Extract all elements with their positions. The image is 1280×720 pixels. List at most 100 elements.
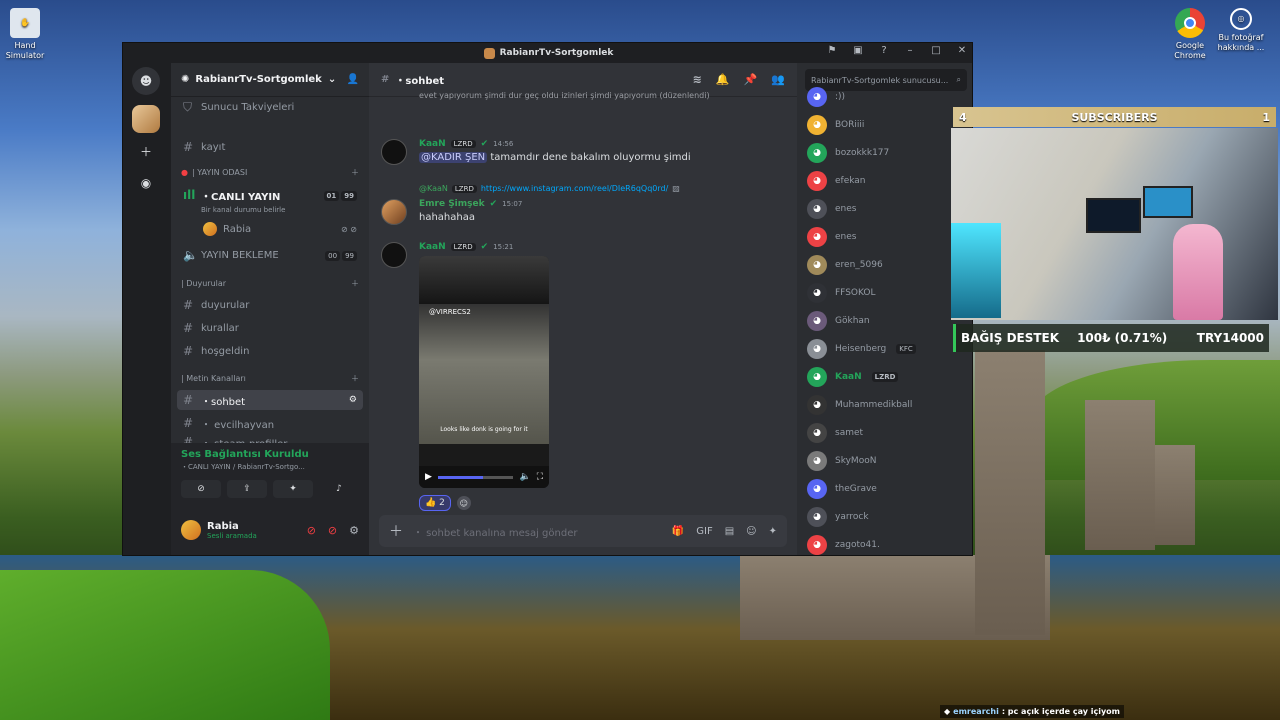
server-boosts[interactable]: ⛉ Sunucu Takviyeleri <box>177 97 363 117</box>
headphones-muted-icon[interactable]: ⊘ <box>328 524 337 537</box>
channel-settings-icon[interactable]: ⚙ <box>349 395 357 405</box>
help-icon[interactable]: ? <box>876 45 892 56</box>
add-server-icon[interactable]: ＋ <box>132 137 160 165</box>
member-item[interactable]: ◕ theGrave <box>807 477 967 501</box>
gif-icon[interactable]: GIF <box>696 526 712 537</box>
avatar: ◕ <box>807 395 827 415</box>
category-yayin-odasi[interactable]: ● | YAYIN ODASI ＋ <box>181 167 359 178</box>
reply-link[interactable]: https://www.instagram.com/reel/DIeR6qQq0… <box>481 184 668 193</box>
channel-label: ・sohbet <box>201 396 246 408</box>
inbox-icon[interactable]: ⚑ <box>824 45 840 56</box>
add-channel-icon[interactable]: ＋ <box>351 167 359 178</box>
message-author[interactable]: KaaN <box>419 242 446 252</box>
emoji-icon[interactable]: ☺ <box>746 526 756 537</box>
category-metin-kanallari[interactable]: | Metin Kanalları ＋ <box>181 373 359 384</box>
member-item[interactable]: ◕ KaaN LZRD <box>807 365 967 389</box>
member-item[interactable]: ◕ yarrock <box>807 505 967 529</box>
voice-channel-canli-yayin[interactable]: ıll ・CANLI YAYIN 01 99 <box>177 185 363 205</box>
member-item[interactable]: ◕ samet <box>807 421 967 445</box>
gift-icon[interactable]: 🎁 <box>672 526 684 537</box>
apps-icon[interactable]: ✦ <box>769 526 777 537</box>
add-channel-icon[interactable]: ＋ <box>351 373 359 384</box>
message-author[interactable]: KaaN <box>419 139 446 149</box>
member-item[interactable]: ◕ SkyMooN <box>807 449 967 473</box>
activities-button[interactable]: ✦ <box>273 480 313 498</box>
member-item[interactable]: ◕ Muhammedikball <box>807 393 967 417</box>
member-item[interactable]: ◕ zagoto41. <box>807 533 967 555</box>
member-item[interactable]: ◕ efekan <box>807 169 967 193</box>
pin-icon[interactable]: 📌 <box>744 73 758 86</box>
screen-share-button[interactable]: ⇪ <box>227 480 267 498</box>
explore-icon[interactable]: ◉ <box>132 169 160 197</box>
message-composer[interactable]: ＋ ・ sohbet kanalına mesaj gönder 🎁 GIF ▤… <box>379 515 787 547</box>
channel-sohbet[interactable]: # ・sohbet ⚙ <box>177 390 363 410</box>
desktop-icon-hand-simulator[interactable]: ✋ Hand Simulator <box>0 8 55 61</box>
user-mention[interactable]: @KADIR ŞEN <box>419 152 488 163</box>
avatar[interactable] <box>381 139 407 165</box>
member-item[interactable]: ◕ eren_5096 <box>807 253 967 277</box>
channel-kayit[interactable]: # kayıt <box>177 137 363 157</box>
message[interactable]: Emre Şimşek ✔ 15:07 hahahahaa <box>381 199 791 225</box>
screen-icon[interactable]: ▣ <box>850 45 866 56</box>
threads-icon[interactable]: ≋ <box>693 73 702 86</box>
voice-channel-yayin-bekleme[interactable]: 🔈 YAYIN BEKLEME 00 99 <box>177 245 363 265</box>
message-text: hahahahaa <box>419 212 475 223</box>
camera-off-button[interactable]: ⊘ <box>181 480 221 498</box>
sticker-icon[interactable]: ▤ <box>725 526 734 537</box>
message-author[interactable]: Emre Şimşek <box>419 199 485 209</box>
avatar[interactable] <box>181 520 201 540</box>
member-list-icon[interactable]: 👥 <box>771 73 785 86</box>
soundboard-button[interactable]: ♪ <box>319 480 359 498</box>
close-button[interactable]: ✕ <box>954 45 970 56</box>
mic-muted-icon[interactable]: ⊘ <box>307 524 316 537</box>
add-reaction-icon[interactable]: ☺ <box>456 496 471 510</box>
member-item[interactable]: ◕ FFSOKOL <box>807 281 967 305</box>
member-item[interactable]: ◕ bozokkk177 <box>807 141 967 165</box>
play-icon[interactable]: ▶ <box>425 472 432 482</box>
bell-icon[interactable]: 🔔 <box>716 73 730 86</box>
member-item[interactable]: ◕ enes <box>807 225 967 249</box>
category-label: | YAYIN ODASI <box>191 168 248 177</box>
donate-amount: 100₺ (0.71%) <box>1077 331 1168 345</box>
channel-evcilhayvan[interactable]: # ・ evcilhayvan <box>177 413 363 433</box>
avatar[interactable] <box>381 199 407 225</box>
channel-duyurular[interactable]: # duyurular <box>177 295 363 315</box>
hash-icon: # <box>183 393 194 407</box>
server-avatar[interactable] <box>132 105 160 133</box>
discord-home-icon[interactable]: ☻ <box>132 67 160 95</box>
voice-user-rabia[interactable]: Rabia ⊘ ⊘ <box>197 219 363 239</box>
reaction-thumbs-up[interactable]: 👍 2 <box>419 495 451 511</box>
voice-connected-channel[interactable]: ・CANLI YAYIN / RabianrTv-Sortgo... <box>181 462 359 472</box>
member-item[interactable]: ◕ BORiiii <box>807 113 967 137</box>
member-item[interactable]: ◕:)) <box>807 85 967 109</box>
upload-plus-icon[interactable]: ＋ <box>389 521 403 541</box>
avatar: ◕ <box>807 423 827 443</box>
server-header[interactable]: ✺ RabianrTv-Sortgomlek ⌄ 👤 <box>171 63 369 97</box>
message[interactable]: KaaN LZRD ✔ 15:21 <box>381 242 791 268</box>
reply-reference[interactable]: @KaaN LZRD https://www.instagram.com/reel/… <box>419 184 680 193</box>
maximize-button[interactable]: □ <box>928 45 944 56</box>
channel-kurallar[interactable]: # kurallar <box>177 318 363 338</box>
member-item[interactable]: ◕ Gökhan <box>807 309 967 333</box>
avatar[interactable] <box>381 242 407 268</box>
server-icon <box>483 47 495 59</box>
message[interactable]: KaaN LZRD ✔ 14:56 @KADIR ŞEN tamamdır dene … <box>381 139 791 165</box>
add-channel-icon[interactable]: ＋ <box>351 278 359 289</box>
avatar: ◕ <box>807 255 827 275</box>
desktop-icon-photo-info[interactable]: ◎ Bu fotoğraf hakkında ... <box>1211 8 1271 53</box>
video-attachment[interactable]: @VIRRECS2 Looks like donk is going for i… <box>419 256 549 488</box>
channel-status[interactable]: Bir kanal durumu belirle <box>201 206 285 214</box>
member-item[interactable]: ◕ enes <box>807 197 967 221</box>
category-duyurular[interactable]: | Duyurular ＋ <box>181 278 359 289</box>
composer-placeholder[interactable]: ・ sohbet kanalına mesaj gönder <box>413 524 577 539</box>
cam-monitor <box>1086 198 1141 233</box>
gear-icon[interactable]: ⚙ <box>349 524 359 537</box>
channel-hosgeldin[interactable]: # hoşgeldin <box>177 341 363 361</box>
invite-people-icon[interactable]: 👤 <box>347 74 359 85</box>
minimize-button[interactable]: – <box>902 45 918 56</box>
fullscreen-icon[interactable]: ⛶ <box>537 472 543 482</box>
member-item[interactable]: ◕ Heisenberg KFC <box>807 337 967 361</box>
avatar: ◕ <box>807 87 827 107</box>
video-progress-bar[interactable] <box>437 475 514 479</box>
volume-icon[interactable]: 🔈 <box>519 472 530 482</box>
